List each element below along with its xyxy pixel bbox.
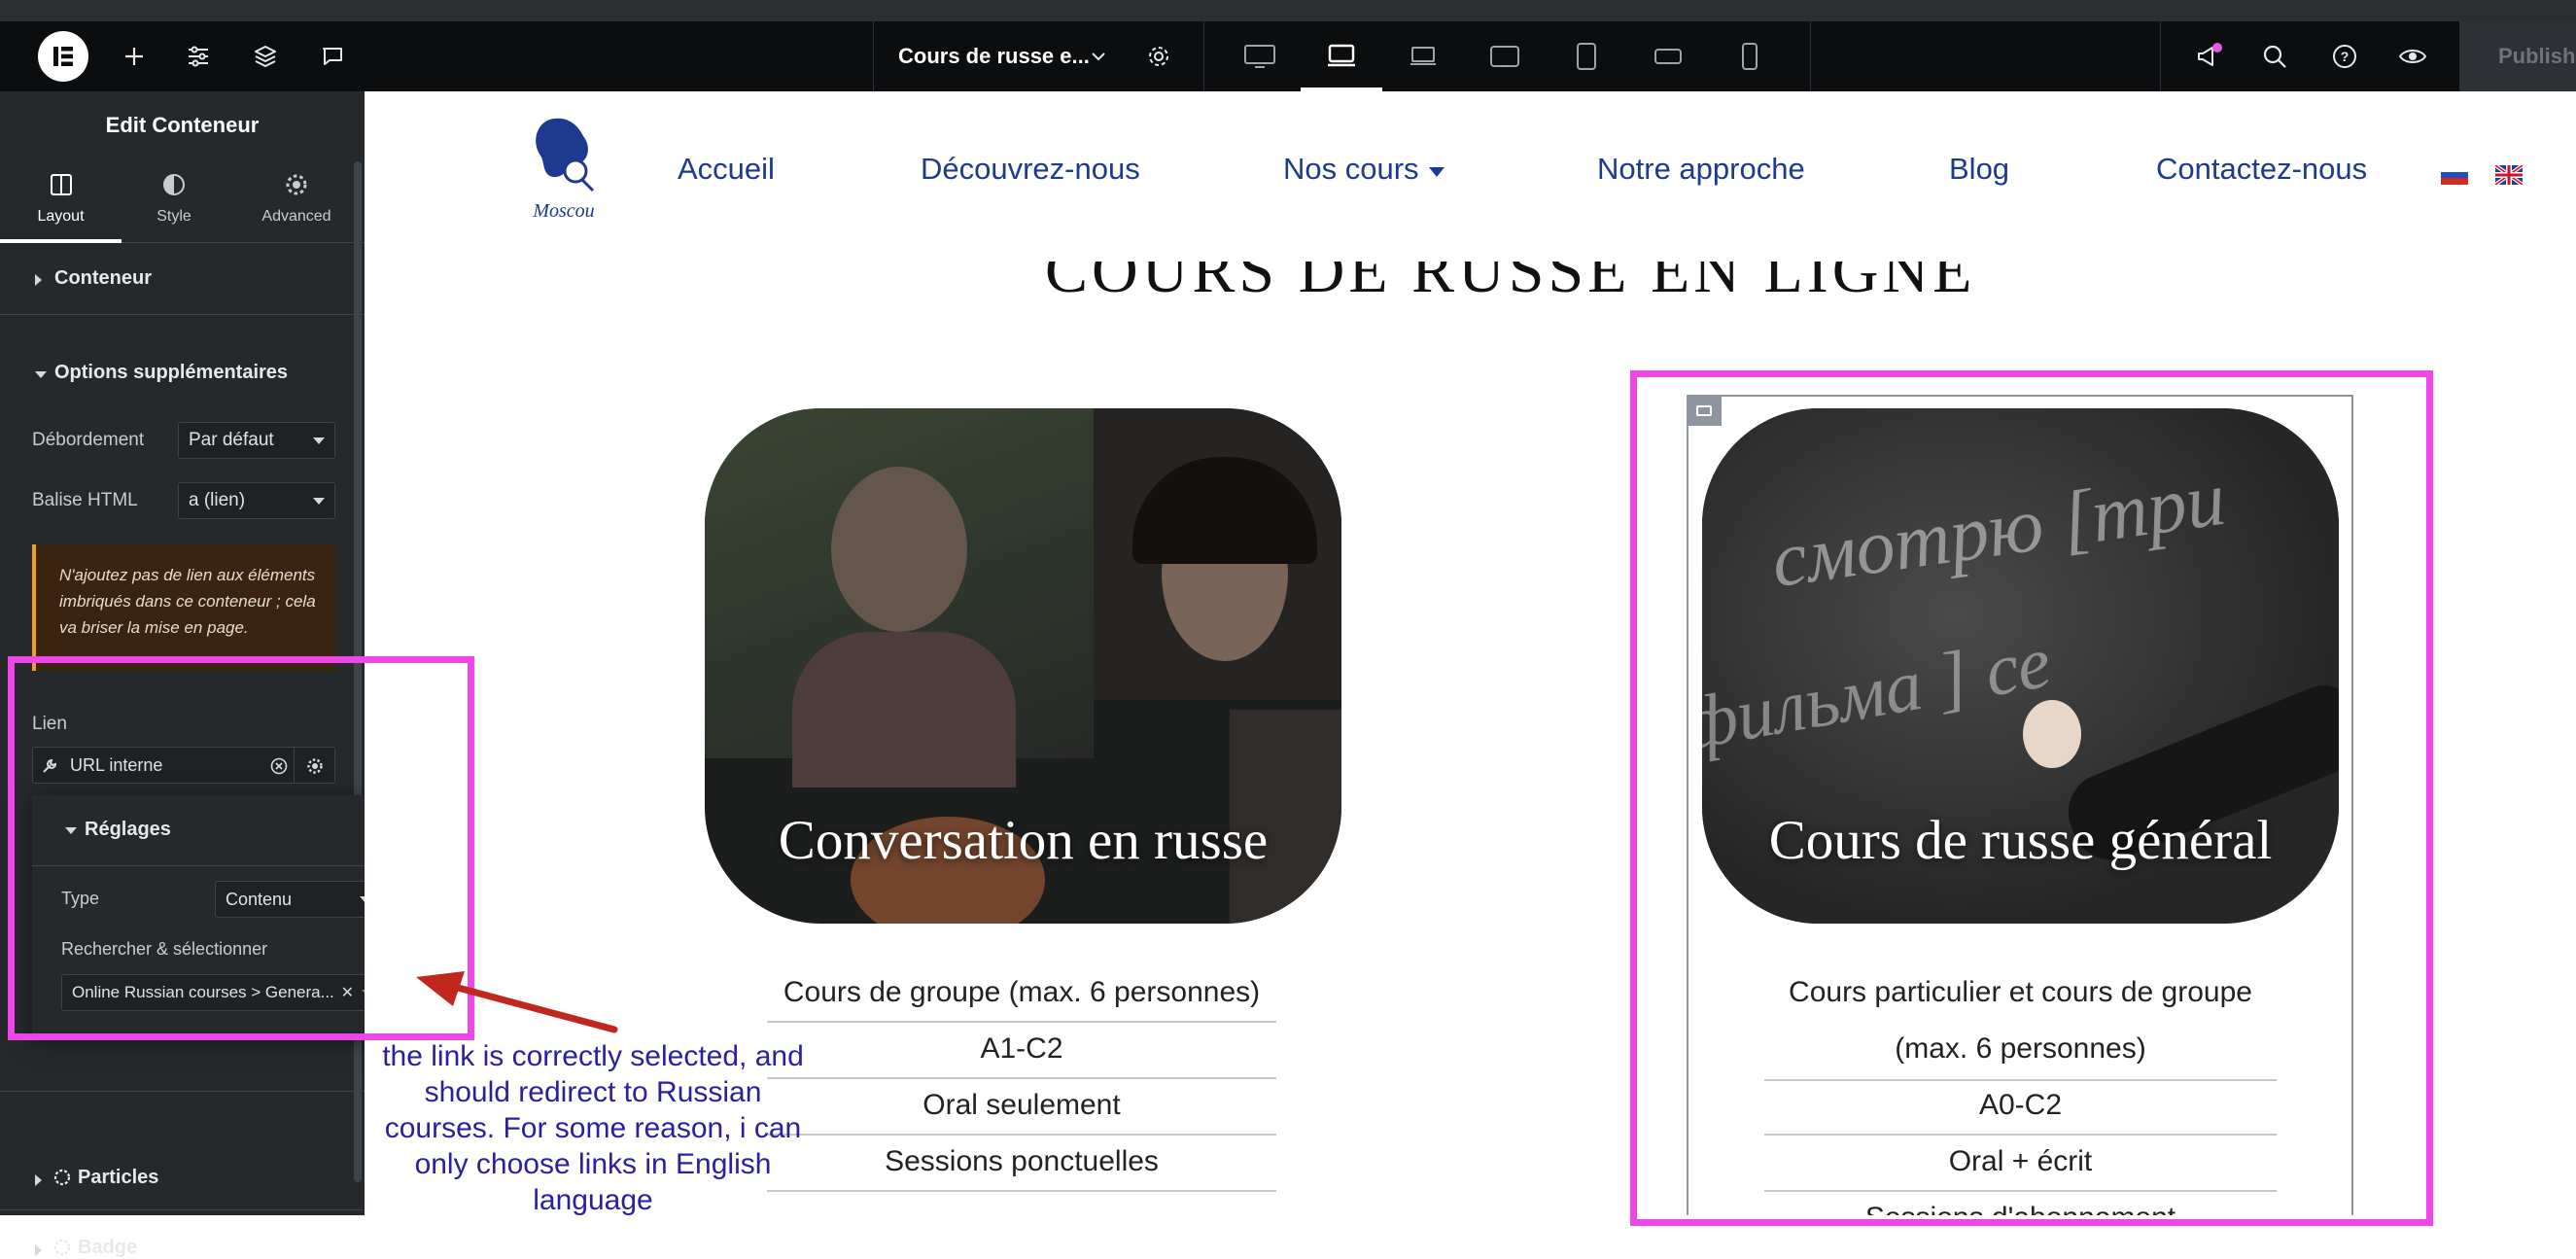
panel-title: Edit Conteneur [105, 113, 260, 137]
desktop-device-icon[interactable] [1238, 21, 1281, 91]
divider [2160, 21, 2161, 91]
svg-text:?: ? [2341, 49, 2350, 64]
dropdown-caret-icon[interactable] [1429, 167, 1445, 177]
tab-advanced-label: Advanced [261, 208, 331, 225]
section-conteneur[interactable]: Conteneur [0, 243, 365, 315]
divider [873, 21, 874, 91]
page-settings-gear-icon[interactable] [1139, 21, 1178, 91]
page-heading: COURS DE RUSSE EN LIGNE [1045, 262, 1976, 300]
card1-row-2: A1-C2 [767, 1032, 1276, 1079]
section-particles-label[interactable]: Particles [78, 1167, 158, 1189]
warning-text: N'ajoutez pas de lien aux éléments imbri… [59, 566, 316, 637]
layout-icon [51, 174, 72, 195]
tablet-landscape-icon[interactable] [1483, 21, 1526, 91]
logo-text: Moscou [533, 200, 595, 222]
add-element-icon[interactable] [115, 21, 154, 91]
section-badge-label[interactable]: Badge [78, 1237, 137, 1259]
card1-row-4: Sessions ponctuelles [767, 1145, 1276, 1192]
divider [1203, 21, 1204, 91]
nav-notre-approche[interactable]: Notre approche [1597, 152, 1805, 187]
heading-clip: COURS DE RUSSE EN LIGNE [365, 262, 2576, 300]
notifications-megaphone-icon[interactable] [2187, 21, 2230, 91]
balise-html-value: a (lien) [189, 490, 246, 510]
nav-decouvrez-nous[interactable]: Découvrez-nous [921, 152, 1140, 187]
editor-top-bar: Cours de russe e... ? Publish [0, 21, 2576, 91]
annotation-arrow-icon [416, 971, 618, 1033]
panel-tabs: Layout Style Advanced [0, 159, 365, 243]
annotation-note: the link is correctly selected, and shou… [382, 1040, 804, 1215]
browser-top-strip [0, 0, 2576, 21]
caret-down-icon [35, 371, 47, 378]
site-logo[interactable]: Moscou [525, 111, 603, 226]
gear-icon [286, 174, 307, 195]
laptop-device-icon[interactable] [1320, 21, 1363, 91]
site-settings-icon[interactable] [179, 21, 218, 91]
section-options-label[interactable]: Options supplémentaires [54, 362, 288, 384]
tablet-portrait-icon[interactable] [1565, 21, 1608, 91]
debordement-value: Par défaut [189, 430, 274, 450]
balise-html-label: Balise HTML [32, 490, 138, 510]
publish-button[interactable]: Publish [2459, 21, 2576, 91]
page-title[interactable]: Cours de russe e... [898, 21, 1090, 91]
highlight-link-settings-box [8, 656, 474, 1040]
logo-head-icon [536, 118, 595, 192]
caret-right-icon [35, 1244, 42, 1256]
tab-advanced[interactable]: Advanced [243, 159, 350, 243]
help-icon[interactable]: ? [2323, 21, 2366, 91]
divider [1810, 21, 1811, 91]
card1-row-1: Cours de groupe (max. 6 personnes) [767, 976, 1276, 1023]
tab-layout[interactable]: Layout [0, 159, 122, 243]
tab-layout-label: Layout [37, 208, 85, 225]
widescreen-device-icon[interactable] [1402, 21, 1445, 91]
badge-icon [53, 1239, 71, 1256]
section-conteneur-label: Conteneur [54, 267, 152, 289]
mobile-landscape-icon[interactable] [1647, 21, 1689, 91]
structure-layers-icon[interactable] [246, 21, 285, 91]
comments-icon[interactable] [313, 21, 352, 91]
uk-flag-icon[interactable] [2495, 165, 2523, 185]
card1-row-3: Oral seulement [767, 1089, 1276, 1136]
debordement-select[interactable]: Par défaut [178, 422, 335, 459]
nav-contactez-nous[interactable]: Contactez-nous [2156, 152, 2367, 187]
particles-icon [53, 1169, 71, 1186]
divider [0, 1209, 365, 1210]
search-icon[interactable] [2253, 21, 2296, 91]
debordement-label: Débordement [32, 430, 145, 450]
tab-style-label: Style [157, 208, 191, 225]
nav-nos-cours[interactable]: Nos cours [1283, 152, 1419, 187]
highlight-card-box [1630, 370, 2433, 1226]
caret-right-icon [35, 274, 42, 286]
nav-accueil[interactable]: Accueil [678, 152, 775, 187]
warning-notice: N'ajoutez pas de lien aux éléments imbri… [32, 544, 335, 671]
nav-blog[interactable]: Blog [1949, 152, 2009, 187]
editor-panel: Edit Conteneur Layout Style Advanced Con… [0, 91, 365, 1258]
mobile-portrait-icon[interactable] [1728, 21, 1771, 91]
card-conversation-title: Conversation en russe [778, 810, 1269, 871]
chevron-down-icon[interactable] [1084, 21, 1113, 91]
russian-flag-icon[interactable] [2441, 165, 2468, 185]
select-caret-icon [313, 437, 325, 444]
style-half-circle-icon [163, 174, 185, 195]
card-conversation-image[interactable]: Conversation en russe [705, 408, 1341, 924]
elementor-logo-icon[interactable] [37, 21, 89, 91]
caret-right-icon [35, 1174, 42, 1186]
preview-eye-icon[interactable] [2391, 21, 2434, 91]
balise-html-select[interactable]: a (lien) [178, 482, 335, 519]
tab-style[interactable]: Style [122, 159, 226, 243]
select-caret-icon [313, 497, 325, 505]
divider [0, 1091, 365, 1092]
